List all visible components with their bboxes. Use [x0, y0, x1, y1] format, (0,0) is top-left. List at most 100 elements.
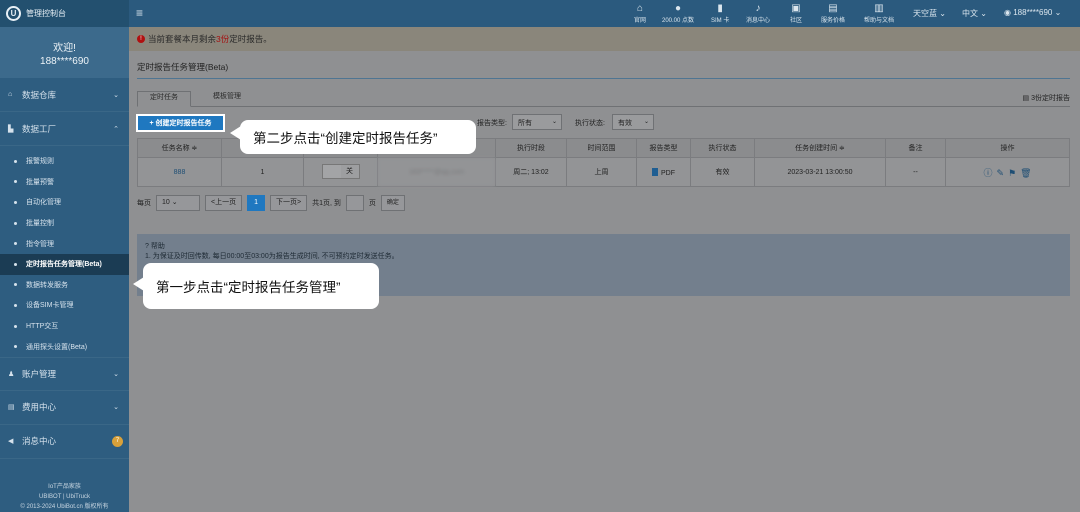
- trash-icon[interactable]: 🗑: [1020, 168, 1031, 178]
- chevron-down-icon: ⌄: [1054, 8, 1062, 17]
- tab-templates[interactable]: 模板管理: [201, 91, 253, 107]
- toggle-knob: [322, 165, 341, 178]
- help-title: ? 帮助: [145, 242, 1062, 252]
- region-select[interactable]: 天空蓝 ⌄: [913, 8, 946, 19]
- brand[interactable]: U 管理控制台: [0, 0, 129, 27]
- callout-tail: [133, 277, 144, 291]
- sidebar-item-batch-alarm[interactable]: 批量预警: [0, 172, 129, 193]
- task-schedule: 周二; 13:02: [495, 157, 567, 187]
- wallet-icon: ▤: [8, 404, 15, 412]
- flag-icon[interactable]: ⚑: [1008, 168, 1016, 178]
- user-menu[interactable]: ◉ 188****690 ⌄: [1004, 8, 1061, 17]
- task-status: 有效: [690, 157, 755, 187]
- megaphone-icon: ◀: [8, 438, 14, 446]
- sidebar-section-billing[interactable]: ▤ 费用中心 ⌄: [0, 391, 129, 425]
- help-title-text: 帮助: [150, 243, 165, 250]
- topbar-sim-label: SIM 卡: [711, 18, 730, 24]
- pagination: 每页 10 ⌄ <上一页 1 下一页> 共1页, 到 页 确定: [137, 195, 405, 211]
- page-title: 定时报告任务管理(Beta): [137, 62, 229, 72]
- region-value: 天空蓝: [913, 9, 937, 18]
- footer-line-2[interactable]: UBIBOT | UbiTruck: [0, 492, 129, 502]
- bullet-icon: [14, 345, 17, 349]
- tab-scheduled-tasks[interactable]: 定时任务: [137, 91, 191, 107]
- sidebar-item-scheduled-reports[interactable]: 定时报告任务管理(Beta): [0, 253, 129, 275]
- copyright: © 2013-2024 UbiBot.cn 版权所有: [20, 504, 109, 510]
- sidebar-section-data-factory[interactable]: ▙ 数据工厂 ⌃: [0, 112, 129, 146]
- alert-prefix: 当前套餐本月剩余: [148, 34, 217, 44]
- topbar-sim[interactable]: ▮ SIM 卡: [711, 2, 729, 24]
- topbar-pricing[interactable]: ▤ 服务价格: [821, 2, 845, 24]
- go-button[interactable]: 确定: [380, 195, 405, 211]
- chevron-down-icon: ⌄: [113, 404, 119, 412]
- bullet-icon: [14, 324, 17, 328]
- topbar-home[interactable]: ⌂ 官网: [634, 2, 646, 24]
- current-page[interactable]: 1: [247, 195, 265, 211]
- status-value: 有效: [618, 120, 632, 127]
- sidebar-item-label: 通用探头设置(Beta): [26, 343, 88, 351]
- bullet-icon: [14, 262, 17, 266]
- bullet-icon: [14, 180, 17, 184]
- chevron-down-icon: ⌄: [113, 91, 119, 99]
- chevron-down-icon: ⌄: [643, 119, 649, 125]
- bullet-icon: [14, 283, 17, 287]
- topbar-home-label: 官网: [634, 18, 647, 24]
- sidebar-item-automation[interactable]: 自动化管理: [0, 192, 129, 213]
- col-task-name[interactable]: 任务名称 ≑: [137, 138, 222, 158]
- sidebar-item-batch-control[interactable]: 批量控制: [0, 213, 129, 234]
- sim-card-icon: ▮: [717, 3, 723, 14]
- status-select[interactable]: 有效 ⌄: [612, 114, 654, 130]
- top-bar: U 管理控制台 ≡ ⌂ 官网 ● 200.00 点数 ▮ SIM 卡 ♪ 消息中…: [0, 0, 1080, 27]
- callout-step-1: 第一步点击“定时报告任务管理”: [133, 263, 379, 309]
- sidebar-item-alarm-rules[interactable]: 报警规则: [0, 151, 129, 172]
- sidebar-item-sim-management[interactable]: 设备SIM卡管理: [0, 295, 129, 316]
- chart-icon: ▙: [8, 125, 14, 133]
- edit-icon[interactable]: ✎: [996, 168, 1004, 178]
- sidebar-item-label: 自动化管理: [26, 199, 61, 207]
- title-divider: [137, 78, 1070, 79]
- sidebar-section-account[interactable]: ♟ 账户管理 ⌄: [0, 356, 129, 391]
- topbar-points[interactable]: ● 200.00 点数: [662, 2, 694, 24]
- col-schedule: 执行时段: [495, 138, 567, 158]
- hamburger-icon[interactable]: ≡: [136, 6, 143, 20]
- home-icon: ⌂: [8, 91, 13, 98]
- sidebar-item-commands[interactable]: 指令管理: [0, 233, 129, 254]
- per-page-value: 10: [162, 199, 170, 206]
- status-label: 执行状态:: [575, 120, 605, 127]
- bullet-icon: [14, 242, 17, 246]
- task-name-link[interactable]: 888: [137, 157, 222, 187]
- col-created[interactable]: 任务创建时间 ≑: [754, 138, 886, 158]
- topbar-pricing-label: 服务价格: [821, 18, 846, 24]
- sidebar-item-data-forwarding[interactable]: 数据转发服务: [0, 275, 129, 296]
- next-page-button[interactable]: 下一页>: [270, 195, 308, 211]
- page-jump-input[interactable]: [345, 195, 364, 211]
- per-page-label: 每页: [137, 200, 151, 207]
- topbar-messages[interactable]: ♪ 消息中心: [746, 2, 770, 24]
- sidebar-item-label: 定时报告任务管理(Beta): [26, 261, 102, 269]
- recipient-email: 163*****@qq.com: [377, 157, 496, 187]
- sidebar-item-http[interactable]: HTTP交互: [0, 316, 129, 337]
- topbar-points-label: 200.00 点数: [662, 18, 695, 24]
- topbar-help[interactable]: ▥ 帮助与文档: [864, 2, 894, 24]
- task-toggle[interactable]: 关: [321, 164, 360, 179]
- report-icon: ▤: [1022, 95, 1030, 102]
- bell-icon: ♪: [755, 3, 761, 14]
- sidebar-section-messages[interactable]: ◀ 消息中心 7: [0, 425, 129, 459]
- per-page-select[interactable]: 10 ⌄: [156, 195, 200, 211]
- welcome-box: 欢迎! 188****690: [0, 27, 129, 78]
- task-report-type-cell: PDF: [636, 157, 691, 187]
- sidebar-item-probe-settings[interactable]: 通用探头设置(Beta): [0, 336, 129, 357]
- report-count-text: 3份定时报告: [1031, 95, 1070, 102]
- sidebar-item-label: 数据转发服务: [26, 281, 68, 289]
- topbar-community[interactable]: ▣ 社区: [790, 2, 802, 24]
- report-type-select[interactable]: 所有 ⌄: [512, 114, 562, 130]
- section-label: 数据工厂: [22, 123, 57, 134]
- section-label: 数据仓库: [22, 89, 57, 100]
- info-icon[interactable]: ⓘ: [983, 168, 992, 178]
- language-select[interactable]: 中文 ⌄: [962, 8, 987, 19]
- topbar-help-label: 帮助与文档: [864, 18, 895, 24]
- alert-suffix: 定时报告。: [229, 34, 272, 44]
- bullet-icon: [14, 221, 17, 225]
- create-report-task-button[interactable]: + 创建定时报告任务: [136, 114, 225, 132]
- prev-page-button[interactable]: <上一页: [205, 195, 243, 211]
- sidebar-section-data-warehouse[interactable]: ⌂ 数据仓库 ⌄: [0, 78, 129, 112]
